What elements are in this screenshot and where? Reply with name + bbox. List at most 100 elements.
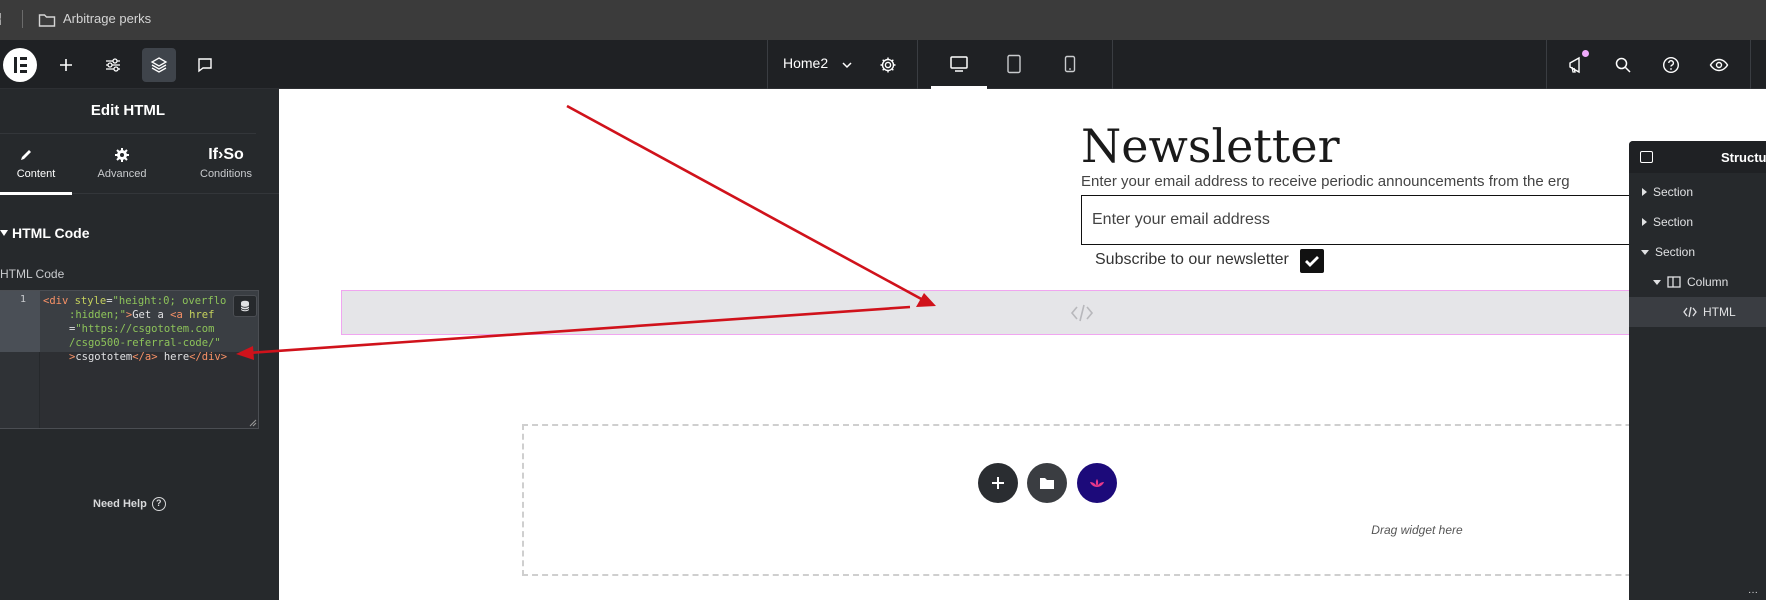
folder-icon <box>38 14 56 27</box>
gear-icon[interactable] <box>879 56 897 74</box>
code-token: /csgo500-referral-code/" <box>69 337 221 349</box>
add-section-button[interactable] <box>978 463 1018 503</box>
code-token: <div <box>43 295 75 307</box>
resize-handle[interactable] <box>249 419 257 427</box>
comment-icon <box>198 58 212 73</box>
navigator-item-section[interactable]: Section <box>1641 237 1695 267</box>
editor-top-bar: Home2 <box>0 40 1766 89</box>
lotus-icon <box>1090 479 1104 487</box>
caret-right-icon <box>1642 218 1647 226</box>
layers-icon <box>150 57 168 73</box>
pencil-icon <box>21 150 31 160</box>
help-icon[interactable] <box>1662 56 1680 74</box>
structure-button[interactable] <box>142 48 176 82</box>
panel-tabs: Content Advanced If›So Conditions <box>0 134 279 195</box>
check-icon <box>1305 256 1319 267</box>
caret-down-icon <box>0 230 8 236</box>
code-token: href <box>189 309 215 321</box>
code-token: </div> <box>189 351 228 363</box>
code-line: :hidden;">Get a <a href <box>43 308 227 322</box>
code-token: :hidden;" <box>69 309 126 321</box>
tab-conditions[interactable]: If›So Conditions <box>196 134 256 194</box>
add-template-button[interactable] <box>1027 463 1067 503</box>
editor-canvas: Newsletter Enter your email address to r… <box>279 89 1766 600</box>
code-line: >csgototem</a> here</div> <box>43 350 227 364</box>
breadcrumb[interactable]: Arbitrage perks <box>63 11 151 26</box>
structure-title: Structure <box>1721 150 1766 165</box>
code-line: <div style="height:0; overflo <box>43 294 227 308</box>
preview-eye-icon[interactable] <box>1709 57 1729 73</box>
plus-icon <box>60 59 72 71</box>
tab-advanced[interactable]: Advanced <box>88 134 156 194</box>
browser-bar: Arbitrage perks <box>0 0 1766 40</box>
navigator-item-section[interactable]: Section <box>1642 207 1693 237</box>
add-element-button[interactable] <box>49 48 83 82</box>
code-line: ="https://csgototem.com <box>43 322 227 336</box>
code-icon <box>1070 304 1094 322</box>
code-token: here <box>157 351 190 363</box>
dynamic-tags-button[interactable] <box>233 295 257 317</box>
elementor-logo[interactable] <box>3 48 37 82</box>
separator <box>22 10 23 28</box>
structure-header: Structure <box>1629 141 1766 173</box>
code-token: "https://csgototem.com <box>75 323 215 335</box>
divider <box>1546 40 1547 89</box>
collapse-all-icon[interactable] <box>1640 151 1653 163</box>
subscribe-checkbox[interactable] <box>1300 249 1324 273</box>
newsletter-description[interactable]: Enter your email address to receive peri… <box>1081 173 1570 190</box>
sliders-icon <box>106 58 120 72</box>
question-icon: ? <box>151 497 166 511</box>
panel-title: Edit HTML <box>0 89 256 134</box>
megaphone-icon[interactable] <box>1567 55 1587 75</box>
navigator-item-html[interactable]: HTML <box>1629 297 1766 327</box>
chevron-down-icon[interactable] <box>841 60 853 70</box>
field-label: HTML Code <box>0 267 65 281</box>
search-icon[interactable] <box>1614 56 1632 74</box>
line-number: 1 <box>20 294 27 305</box>
need-help-link[interactable]: Need Help ? <box>93 497 166 511</box>
code-token: <a <box>170 309 190 321</box>
caret-down-icon <box>1653 279 1661 285</box>
site-settings-button[interactable] <box>96 48 130 82</box>
caret-right-icon <box>1642 188 1647 196</box>
drag-widget-hint: Drag widget here <box>1371 523 1463 537</box>
plus-icon <box>992 477 1004 489</box>
navigator-item-column[interactable]: Column <box>1653 267 1728 297</box>
code-token: </a> <box>132 351 158 363</box>
grid-icon[interactable] <box>0 13 6 25</box>
notification-dot <box>1582 50 1589 57</box>
desktop-icon[interactable] <box>949 55 969 73</box>
database-icon <box>240 300 250 312</box>
gear-icon <box>115 148 129 162</box>
folder-icon <box>1040 478 1054 489</box>
html-code-editor[interactable]: 1 <div style="height:0; overflo:hidden;"… <box>0 290 259 429</box>
elementskit-library-button[interactable] <box>1077 463 1117 503</box>
divider <box>767 40 768 89</box>
subscribe-label: Subscribe to our newsletter <box>1095 251 1289 268</box>
tab-content[interactable]: Content <box>0 134 72 195</box>
code-icon <box>1683 306 1697 318</box>
code-content[interactable]: <div style="height:0; overflo:hidden;">G… <box>43 294 227 364</box>
divider <box>917 40 918 89</box>
caret-down-icon <box>1641 249 1649 255</box>
code-token: csgototem <box>75 351 133 363</box>
code-token: "height:0; overflo <box>112 295 227 307</box>
editor-panel: Edit HTML Content Advanced If›So Conditi… <box>0 89 279 600</box>
newsletter-heading[interactable]: Newsletter <box>1081 119 1340 173</box>
structure-panel: Structure Section Section Section Column… <box>1629 141 1766 600</box>
drop-zone[interactable]: Drag widget here <box>522 424 1766 576</box>
html-widget-placeholder[interactable] <box>341 290 1766 335</box>
code-token: style <box>74 295 107 307</box>
mobile-icon[interactable] <box>1064 55 1076 73</box>
more-icon[interactable]: ··· <box>1748 587 1758 598</box>
notes-button[interactable] <box>188 48 222 82</box>
column-icon <box>1667 276 1681 288</box>
section-toggle-html-code[interactable]: HTML Code <box>0 225 90 241</box>
code-line: /csgo500-referral-code/" <box>43 336 227 350</box>
navigator-item-section[interactable]: Section <box>1642 177 1693 207</box>
divider <box>1750 40 1751 89</box>
tablet-icon[interactable] <box>1006 54 1022 74</box>
ifso-icon: If›So <box>208 146 244 163</box>
code-token: Get a <box>132 309 171 321</box>
page-name[interactable]: Home2 <box>783 55 828 71</box>
